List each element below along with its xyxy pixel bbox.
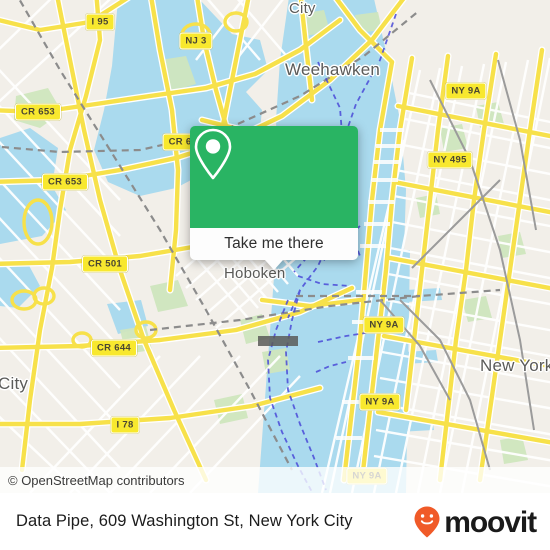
map-screenshot: City Weehawken Hoboken City New York I 9… (0, 0, 550, 550)
callout-action-area[interactable]: Take me there (190, 228, 358, 260)
callout-marker-area (190, 126, 358, 228)
location-title: Data Pipe, 609 Washington St, New York C… (16, 512, 353, 530)
moovit-pin-smile-icon (414, 506, 440, 537)
moovit-logo[interactable]: moovit (412, 505, 537, 539)
map-attribution: © OpenStreetMap contributors (0, 467, 550, 493)
location-callout-card[interactable]: Take me there (190, 126, 358, 270)
attribution-text: © OpenStreetMap contributors (8, 472, 185, 488)
callout-pointer (265, 260, 283, 270)
map-pin-icon (194, 128, 232, 180)
take-me-there-button-label: Take me there (224, 235, 324, 252)
moovit-wordmark: moovit (444, 505, 537, 539)
map-canvas[interactable]: City Weehawken Hoboken City New York I 9… (0, 0, 550, 493)
footer-bar: Data Pipe, 609 Washington St, New York C… (0, 493, 550, 550)
